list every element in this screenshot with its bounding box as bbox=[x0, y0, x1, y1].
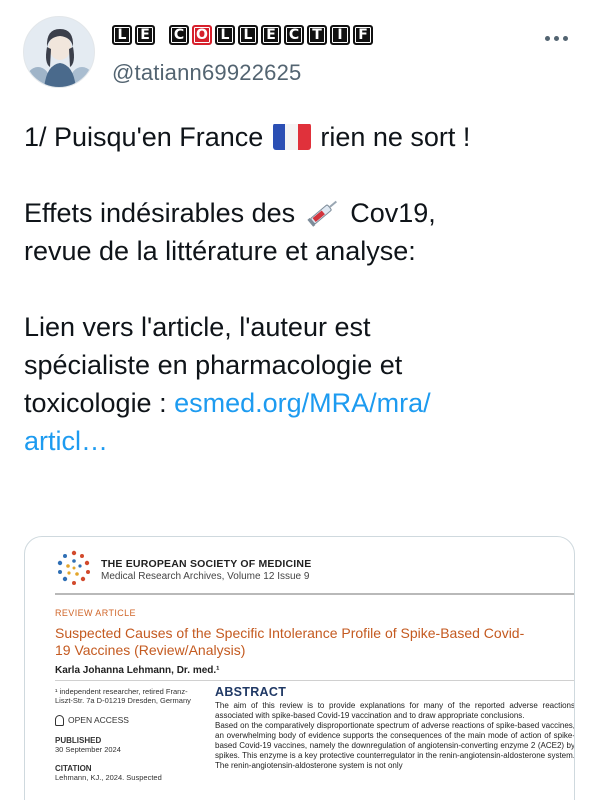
citation-text: Lehmann, KJ., 2024. Suspected bbox=[55, 773, 162, 782]
open-access: OPEN ACCESS bbox=[55, 715, 195, 726]
tweet-text-segment: toxicologie : bbox=[24, 388, 167, 418]
name-letter: L bbox=[215, 25, 235, 45]
abstract-paragraph: The aim of this review is to provide exp… bbox=[215, 701, 575, 720]
published-date: 30 September 2024 bbox=[55, 745, 121, 754]
tweet-line: revue de la littérature et analyse: bbox=[24, 236, 416, 266]
open-access-label: OPEN ACCESS bbox=[68, 715, 129, 725]
tweet-text-segment: Effets indésirables des bbox=[24, 198, 296, 228]
affiliation: ¹ independent researcher, retired Franz-… bbox=[55, 687, 191, 705]
name-letter: E bbox=[135, 25, 155, 45]
abstract-paragraph: Based on the comparatively disproportion… bbox=[215, 721, 575, 770]
display-name[interactable]: L E C O L L E C T I F bbox=[112, 22, 373, 48]
avatar-illustration bbox=[24, 17, 94, 87]
open-access-icon bbox=[55, 715, 64, 726]
avatar[interactable] bbox=[23, 16, 95, 88]
user-handle[interactable]: @tatiann69922625 bbox=[112, 60, 301, 86]
tweet: L E C O L L E C T I F @tatiann69922625 1… bbox=[0, 0, 597, 800]
article-sidebar: ¹ independent researcher, retired Franz-… bbox=[55, 687, 195, 782]
abstract-text: The aim of this review is to provide exp… bbox=[215, 701, 575, 771]
divider bbox=[55, 680, 574, 681]
name-letter: C bbox=[169, 25, 189, 45]
tweet-text-segment: Cov19, bbox=[350, 198, 436, 228]
tweet-line: Lien vers l'article, l'auteur est bbox=[24, 312, 371, 342]
published-label: PUBLISHED bbox=[55, 736, 102, 745]
journal-name: Medical Research Archives, Volume 12 Iss… bbox=[101, 571, 310, 582]
tweet-line: 1/ Puisqu'en France rien ne sort ! bbox=[24, 118, 574, 156]
society-logo-icon bbox=[57, 550, 90, 585]
review-tag: REVIEW ARTICLE bbox=[55, 608, 136, 618]
tweet-text: 1/ Puisqu'en France rien ne sort ! Effet… bbox=[24, 118, 574, 460]
tweet-line: toxicologie : esmed.org/MRA/mra/ bbox=[24, 384, 574, 422]
name-letter: L bbox=[238, 25, 258, 45]
society-name: THE EUROPEAN SOCIETY OF MEDICINE bbox=[101, 558, 312, 570]
name-letter: E bbox=[261, 25, 281, 45]
article-title: Suspected Causes of the Specific Intoler… bbox=[55, 625, 525, 658]
citation-label: CITATION bbox=[55, 764, 92, 773]
article-link-continued[interactable]: articl… bbox=[24, 426, 108, 456]
france-flag-icon bbox=[272, 123, 311, 150]
abstract-heading: ABSTRACT bbox=[215, 685, 287, 699]
article-link[interactable]: esmed.org/MRA/mra/ bbox=[174, 388, 431, 418]
more-horizontal-icon[interactable] bbox=[540, 30, 572, 46]
tweet-line: spécialiste en pharmacologie et bbox=[24, 350, 403, 380]
divider bbox=[55, 593, 574, 595]
media-image[interactable]: THE EUROPEAN SOCIETY OF MEDICINE Medical… bbox=[24, 536, 575, 800]
tweet-line: articl… bbox=[24, 422, 574, 460]
tweet-line: Effets indésirables des Cov19, bbox=[24, 194, 574, 232]
syringe-icon bbox=[307, 200, 337, 227]
name-letter: L bbox=[112, 25, 132, 45]
tweet-text-segment: rien ne sort ! bbox=[320, 122, 471, 152]
name-letter-highlight: O bbox=[192, 25, 212, 45]
name-letter: T bbox=[307, 25, 327, 45]
article-screenshot: THE EUROPEAN SOCIETY OF MEDICINE Medical… bbox=[55, 537, 575, 800]
name-letter: F bbox=[353, 25, 373, 45]
name-letter: I bbox=[330, 25, 350, 45]
name-letter: C bbox=[284, 25, 304, 45]
tweet-text-segment: 1/ Puisqu'en France bbox=[24, 122, 264, 152]
article-author: Karla Johanna Lehmann, Dr. med.¹ bbox=[55, 665, 220, 676]
